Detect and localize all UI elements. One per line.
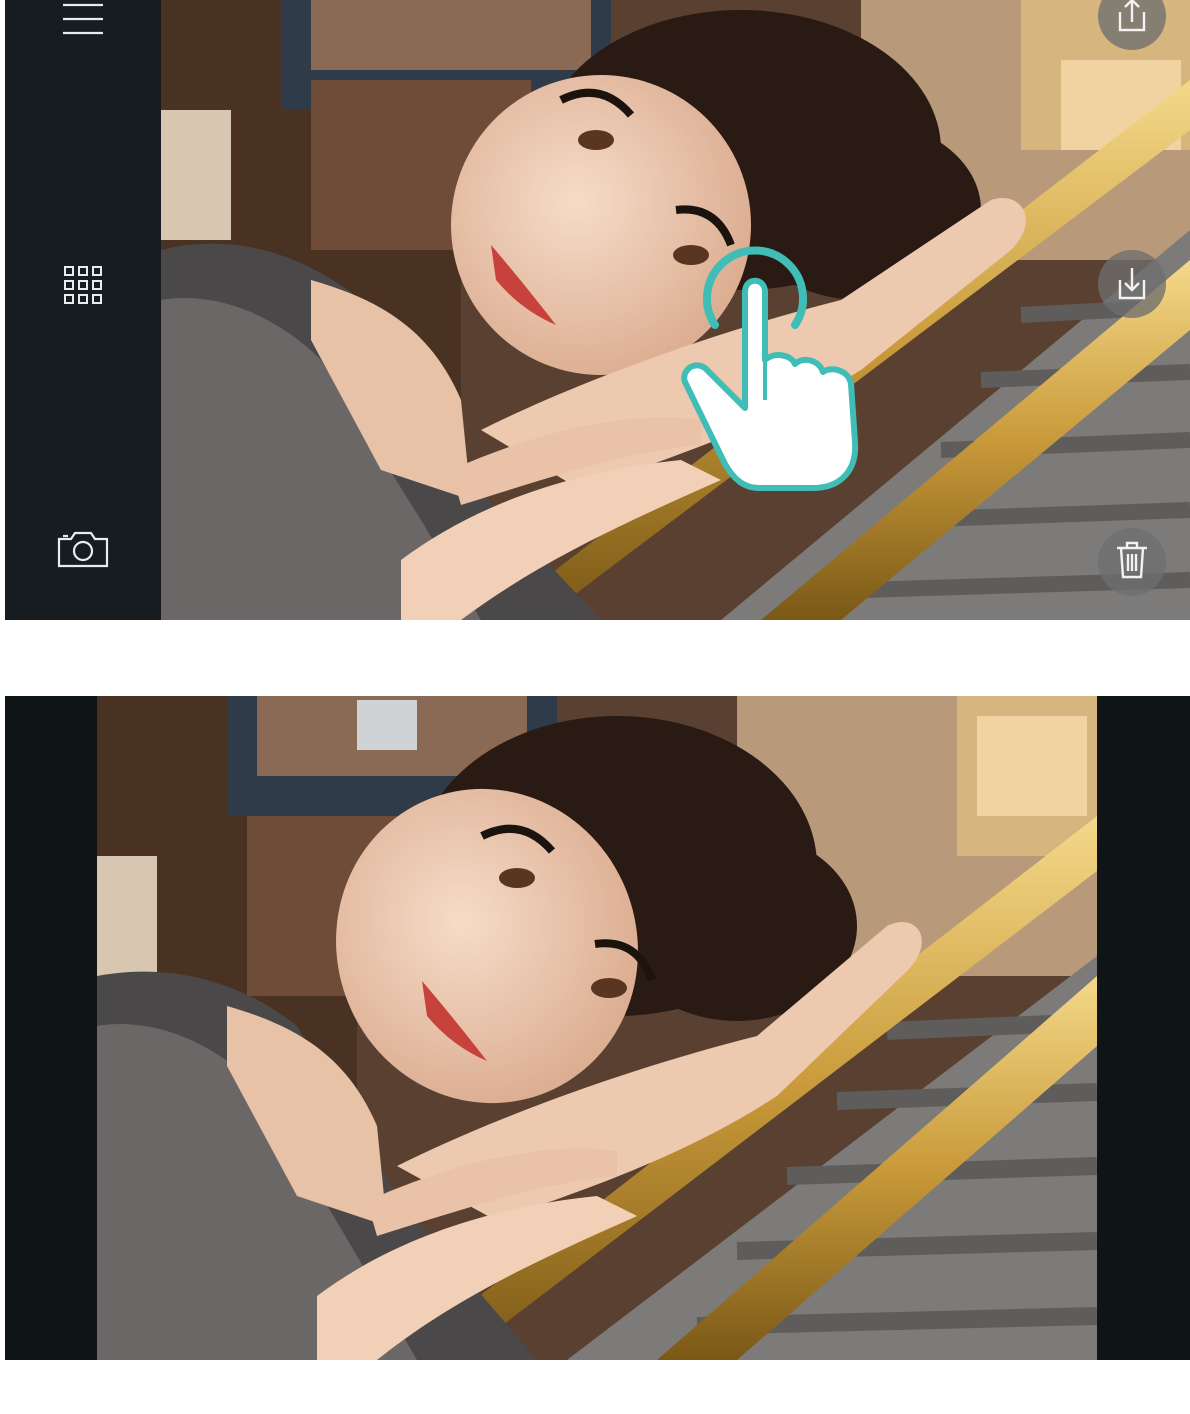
photo-viewer-screen	[5, 0, 1190, 620]
tap-gesture-hint	[673, 232, 873, 498]
share-icon	[1112, 0, 1152, 38]
share-icon	[1112, 262, 1152, 306]
tap-hand-icon	[673, 246, 873, 498]
photo-full-view[interactable]	[97, 696, 1097, 1360]
delete-button[interactable]	[1098, 528, 1166, 596]
menu-button[interactable]	[53, 0, 113, 46]
camera-button[interactable]	[53, 526, 113, 576]
photo-full-view-screen	[5, 696, 1190, 1360]
camera-icon	[56, 529, 110, 573]
grid-icon	[63, 265, 103, 309]
trash-icon	[1114, 540, 1150, 584]
sidebar	[5, 0, 161, 620]
share-button[interactable]	[1098, 250, 1166, 318]
menu-icon	[61, 0, 105, 43]
gallery-grid-button[interactable]	[53, 262, 113, 312]
